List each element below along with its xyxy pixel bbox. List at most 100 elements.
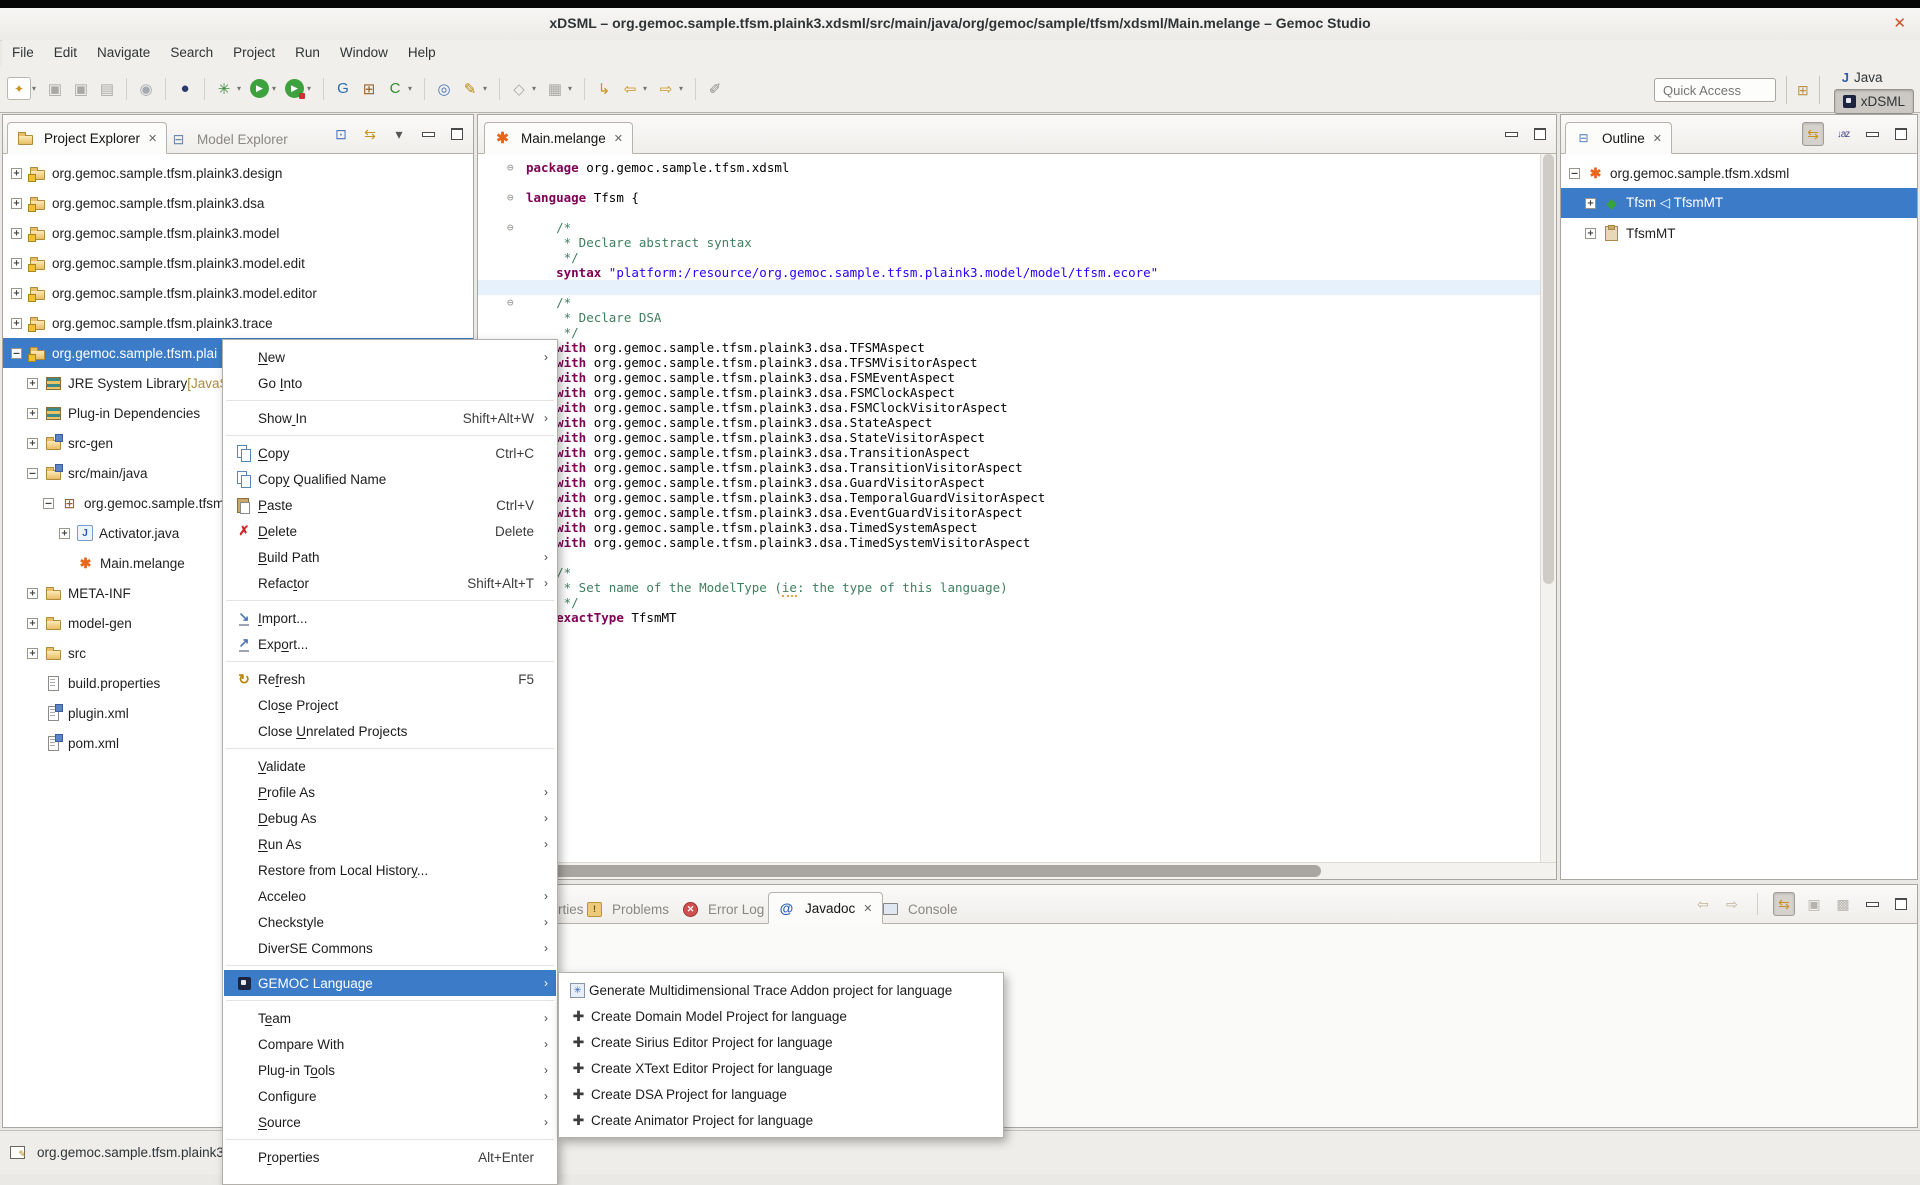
view-tab-model-explorer[interactable]: ⊟Model Explorer <box>161 124 297 154</box>
code-editor[interactable]: ⊖package org.gemoc.sample.tfsm.xdsml⊖lan… <box>478 154 1556 863</box>
collapse-icon[interactable]: – <box>1569 168 1580 179</box>
submenu-item-create-dsa-project-for-language[interactable]: ✚Create DSA Project for language <box>560 1081 1002 1107</box>
menu-item-show-in[interactable]: Show InShift+Alt+W› <box>224 405 556 431</box>
code-line[interactable]: ⊖package org.gemoc.sample.tfsm.xdsml <box>478 160 1541 175</box>
code-line[interactable]: with org.gemoc.sample.tfsm.plaink3.dsa.G… <box>478 475 1541 490</box>
fold-marker-icon[interactable]: ⊖ <box>507 161 514 174</box>
minimize-button[interactable] <box>418 123 438 145</box>
view-tab-project-explorer[interactable]: Project Explorer✕ <box>7 122 167 154</box>
menu-item-compare-with[interactable]: Compare With› <box>224 1031 556 1057</box>
menu-item-build-path[interactable]: Build Path› <box>224 544 556 570</box>
view-menu-button[interactable]: ▾ <box>389 123 409 145</box>
menubar-item-edit[interactable]: Edit <box>44 40 87 65</box>
code-line[interactable]: exactType TfsmMT <box>478 610 1541 625</box>
link-editor-button[interactable]: ⇆ <box>1773 892 1795 916</box>
chevron-down-icon[interactable]: ▾ <box>272 84 280 93</box>
code-line[interactable]: syntax "platform:/resource/org.gemoc.sam… <box>478 265 1541 280</box>
submenu-item-create-domain-model-project-for-language[interactable]: ✚Create Domain Model Project for languag… <box>560 1003 1002 1029</box>
code-line[interactable]: * Declare DSA <box>478 310 1541 325</box>
tree-item[interactable]: +org.gemoc.sample.tfsm.plaink3.trace <box>3 308 473 338</box>
code-line[interactable]: with org.gemoc.sample.tfsm.plaink3.dsa.T… <box>478 355 1541 370</box>
menu-item-plug-in-tools[interactable]: Plug-in Tools› <box>224 1057 556 1083</box>
menu-item-paste[interactable]: PasteCtrl+V <box>224 492 556 518</box>
run-button[interactable]: ▶ <box>250 79 269 98</box>
menu-item-diverse-commons[interactable]: DiverSE Commons› <box>224 935 556 961</box>
tree-item[interactable]: +TfsmMT <box>1561 218 1917 248</box>
last-edit-location-button[interactable]: ↳ <box>592 76 616 101</box>
link-editor-button[interactable]: ⇆ <box>360 123 380 145</box>
menu-item-refactor[interactable]: RefactorShift+Alt+T› <box>224 570 556 596</box>
expand-icon[interactable]: + <box>11 228 22 239</box>
code-line[interactable]: with org.gemoc.sample.tfsm.plaink3.dsa.E… <box>478 505 1541 520</box>
tree-item[interactable]: +org.gemoc.sample.tfsm.plaink3.model <box>3 218 473 248</box>
menu-item-restore-from-local-history[interactable]: Restore from Local History... <box>224 857 556 883</box>
close-icon[interactable]: ✕ <box>863 902 872 915</box>
maximize-button[interactable] <box>1530 123 1550 145</box>
code-line[interactable]: */ <box>478 250 1541 265</box>
mark-occurrences-button[interactable]: ✐ <box>703 76 727 101</box>
menu-item-new[interactable]: New› <box>224 344 556 370</box>
menubar-item-help[interactable]: Help <box>398 40 446 65</box>
code-line[interactable]: ⊖ /* <box>478 565 1541 580</box>
expand-icon[interactable]: + <box>11 168 22 179</box>
chevron-down-icon[interactable]: ▾ <box>679 84 687 93</box>
minimize-button[interactable] <box>1501 123 1521 145</box>
code-line[interactable]: with org.gemoc.sample.tfsm.plaink3.dsa.S… <box>478 430 1541 445</box>
code-line[interactable] <box>478 205 1541 220</box>
code-line[interactable]: * Declare abstract syntax <box>478 235 1541 250</box>
menubar-item-project[interactable]: Project <box>223 40 285 65</box>
outline-tree[interactable]: –✱org.gemoc.sample.tfsm.xdsml+◆Tfsm ◁ Tf… <box>1561 154 1917 879</box>
view-tab-problems[interactable]: !Problems <box>578 894 678 924</box>
perspective-button-java[interactable]: JJava <box>1834 66 1914 89</box>
coverage-button[interactable]: C <box>383 76 407 101</box>
tree-item[interactable]: +org.gemoc.sample.tfsm.plaink3.model.edi… <box>3 278 473 308</box>
minimize-button[interactable] <box>1862 123 1882 145</box>
menu-item-profile-as[interactable]: Profile As› <box>224 779 556 805</box>
fold-marker-icon[interactable]: ⊖ <box>507 191 514 204</box>
forward-button[interactable]: ⇨ <box>654 76 678 101</box>
scrollbar-thumb[interactable] <box>480 865 1321 877</box>
link-editor-button[interactable]: ⇆ <box>1802 122 1824 146</box>
chevron-down-icon[interactable]: ▾ <box>483 84 491 93</box>
collapse-icon[interactable]: – <box>27 468 38 479</box>
collapse-icon[interactable]: – <box>43 498 54 509</box>
menu-item-export[interactable]: ↗Export... <box>224 631 556 657</box>
annotate-button[interactable]: ✎ <box>458 76 482 101</box>
menu-item-gemoc-language[interactable]: GEMOC Language› <box>224 970 556 996</box>
perspective-button-xdsml[interactable]: xDSML <box>1834 89 1914 114</box>
new-wizard-button[interactable]: ✦ <box>7 77 31 100</box>
new-plugin-project-button[interactable]: ⊞ <box>357 76 381 101</box>
code-line[interactable]: */ <box>478 325 1541 340</box>
outline-tab[interactable]: ⊟ Outline ✕ <box>1565 122 1672 154</box>
menu-item-copy-qualified-name[interactable]: Copy Qualified Name <box>224 466 556 492</box>
code-line[interactable]: with org.gemoc.sample.tfsm.plaink3.dsa.F… <box>478 400 1541 415</box>
menu-item-properties[interactable]: PropertiesAlt+Enter <box>224 1144 556 1170</box>
code-line[interactable]: with org.gemoc.sample.tfsm.plaink3.dsa.F… <box>478 370 1541 385</box>
code-line[interactable]: with org.gemoc.sample.tfsm.plaink3.dsa.T… <box>478 535 1541 550</box>
close-icon[interactable]: ✕ <box>1653 132 1662 145</box>
chevron-down-icon[interactable]: ▾ <box>32 84 40 93</box>
chevron-down-icon[interactable]: ▾ <box>237 84 245 93</box>
menu-item-validate[interactable]: Validate <box>224 753 556 779</box>
expand-icon[interactable]: + <box>11 318 22 329</box>
expand-icon[interactable]: + <box>27 438 38 449</box>
menu-item-close-unrelated-projects[interactable]: Close Unrelated Projects <box>224 718 556 744</box>
submenu-item-generate-multidimensional-trace-addon-project-for-language[interactable]: ✳Generate Multidimensional Trace Addon p… <box>560 977 1002 1003</box>
minimize-button[interactable] <box>1862 893 1882 915</box>
code-line[interactable]: with org.gemoc.sample.tfsm.plaink3.dsa.F… <box>478 385 1541 400</box>
editor-vertical-scrollbar[interactable] <box>1540 154 1556 863</box>
editor-horizontal-scrollbar[interactable] <box>478 862 1556 879</box>
menu-item-close-project[interactable]: Close Project <box>224 692 556 718</box>
view-tab-error-log[interactable]: ✕Error Log <box>674 894 773 924</box>
tree-item[interactable]: +◆Tfsm ◁ TfsmMT <box>1561 188 1917 218</box>
code-line[interactable] <box>478 175 1541 190</box>
code-line[interactable]: with org.gemoc.sample.tfsm.plaink3.dsa.T… <box>478 460 1541 475</box>
tree-item[interactable]: +org.gemoc.sample.tfsm.plaink3.design <box>3 158 473 188</box>
menu-item-import[interactable]: ↘Import... <box>224 605 556 631</box>
expand-icon[interactable]: + <box>27 378 38 389</box>
external-tools-button[interactable]: ✳ <box>212 76 236 101</box>
menu-item-copy[interactable]: CopyCtrl+C <box>224 440 556 466</box>
sort-button[interactable]: ↓az <box>1833 123 1853 145</box>
close-icon[interactable]: ✕ <box>148 132 157 145</box>
fold-marker-icon[interactable]: ⊖ <box>507 296 514 309</box>
